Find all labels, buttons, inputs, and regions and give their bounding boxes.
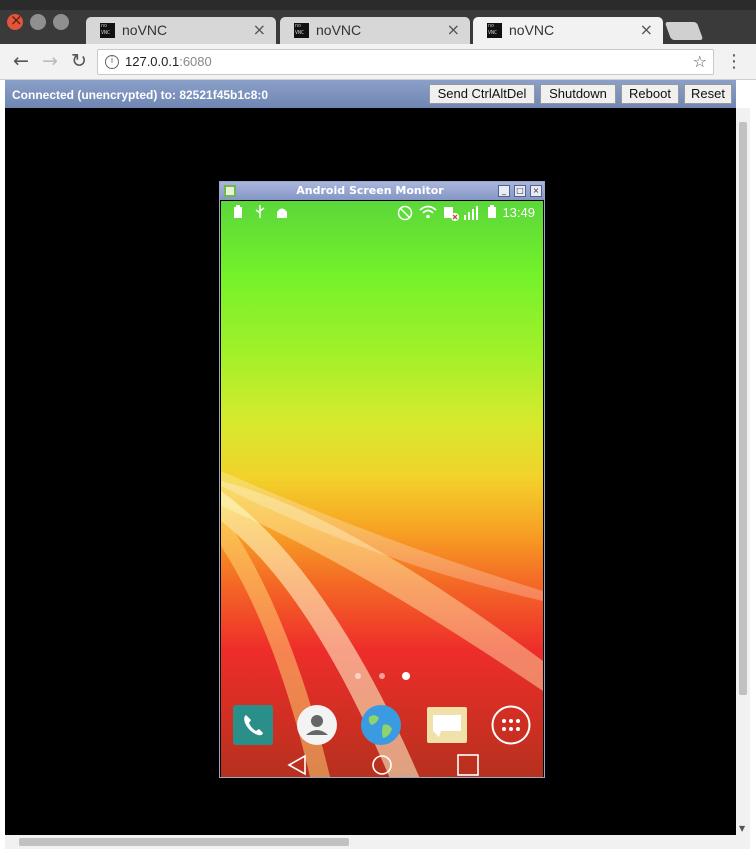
data-x-icon — [444, 207, 459, 221]
browser-window: no VNC noVNC × no VNC noVNC × no VNC noV… — [0, 0, 756, 855]
wifi-icon — [419, 205, 437, 219]
back-key-icon[interactable] — [283, 753, 313, 777]
android-status-bar: 13:49 — [221, 201, 543, 225]
asm-minimize-button[interactable]: _ — [498, 185, 510, 197]
page-dot-active[interactable] — [402, 672, 410, 680]
battery-icon — [234, 205, 242, 218]
window-close-button[interactable] — [7, 11, 23, 30]
android-screen-monitor-window: Android Screen Monitor _ □ × 13:49 — [219, 181, 545, 778]
vertical-scrollbar[interactable]: ▼ — [736, 108, 750, 835]
favicon-text-top: no — [488, 23, 495, 29]
asm-title: Android Screen Monitor — [296, 184, 444, 197]
horizontal-scrollbar[interactable] — [5, 835, 750, 849]
tab-close-icon[interactable]: × — [447, 20, 460, 39]
messaging-app-icon[interactable] — [427, 705, 467, 745]
tab-title: noVNC — [316, 22, 362, 38]
browser-globe-icon[interactable] — [361, 705, 401, 745]
tab-title: noVNC — [122, 22, 168, 38]
mute-icon — [397, 205, 413, 221]
tab-3-active[interactable]: no VNC noVNC × — [473, 17, 663, 44]
tab-2[interactable]: no VNC noVNC × — [280, 17, 470, 44]
android-screen[interactable]: 13:49 — [221, 201, 543, 777]
reset-button[interactable]: Reset — [684, 84, 732, 104]
send-ctrlaltdel-button[interactable]: Send CtrlAltDel — [429, 84, 535, 104]
page-dot[interactable] — [379, 673, 385, 679]
window-minimize-button[interactable] — [30, 14, 46, 30]
asm-close-button[interactable]: × — [530, 185, 542, 197]
android-debug-icon — [277, 208, 287, 218]
star-icon[interactable]: ☆ — [693, 52, 707, 71]
window-maximize-button[interactable] — [53, 14, 69, 30]
favicon-text-bottom: VNC — [488, 30, 498, 36]
novnc-favicon: no VNC — [100, 23, 115, 38]
tab-title: noVNC — [509, 22, 555, 38]
signal-icon — [464, 206, 478, 220]
recents-key-icon[interactable] — [453, 753, 483, 777]
horizontal-scrollbar-thumb[interactable] — [19, 838, 349, 846]
tab-close-icon[interactable]: × — [640, 20, 653, 39]
home-key-icon[interactable] — [367, 753, 397, 777]
tab-close-icon[interactable]: × — [253, 20, 266, 39]
phone-app-icon[interactable] — [233, 705, 273, 745]
forward-arrow-icon[interactable]: → — [39, 50, 61, 72]
info-icon[interactable]: i — [105, 55, 119, 69]
url-port: :6080 — [179, 54, 212, 69]
android-navigation-bar — [221, 753, 543, 777]
status-clock: 13:49 — [502, 205, 535, 220]
vertical-scrollbar-thumb[interactable] — [739, 122, 747, 695]
reboot-button[interactable]: Reboot — [621, 84, 679, 104]
asm-titlebar[interactable]: Android Screen Monitor _ □ × — [220, 182, 544, 200]
favicon-text-top: no — [295, 23, 302, 29]
new-tab-button[interactable] — [664, 22, 704, 40]
tab-strip: no VNC noVNC × no VNC noVNC × no VNC noV… — [0, 0, 756, 44]
url-text[interactable]: 127.0.0.1:6080 — [125, 54, 212, 69]
page-dot[interactable] — [355, 673, 361, 679]
novnc-favicon: no VNC — [294, 23, 309, 38]
page-indicator — [221, 672, 543, 683]
connection-status: Connected (unencrypted) to: 82521f45b1c8… — [12, 88, 269, 102]
tab-1[interactable]: no VNC noVNC × — [86, 17, 276, 44]
scroll-down-arrow-icon[interactable]: ▼ — [739, 824, 745, 833]
address-bar[interactable]: i 127.0.0.1:6080 ☆ — [97, 49, 714, 75]
url-host: 127.0.0.1 — [125, 54, 180, 69]
shutdown-button[interactable]: Shutdown — [540, 84, 616, 104]
novnc-favicon: no VNC — [487, 23, 502, 38]
contacts-app-icon[interactable] — [297, 705, 337, 745]
favicon-text-bottom: VNC — [295, 30, 305, 36]
kebab-menu-icon[interactable]: ⋮ — [724, 51, 744, 73]
app-drawer-icon[interactable] — [491, 705, 531, 745]
favicon-text-bottom: VNC — [101, 30, 111, 36]
usb-icon — [255, 205, 265, 218]
browser-toolbar: ← → ↻ i 127.0.0.1:6080 ☆ ⋮ — [0, 44, 756, 80]
asm-maximize-button[interactable]: □ — [514, 185, 526, 197]
favicon-text-top: no — [101, 23, 108, 29]
battery-icon — [488, 205, 496, 218]
back-arrow-icon[interactable]: ← — [10, 50, 32, 72]
novnc-control-bar: Connected (unencrypted) to: 82521f45b1c8… — [5, 80, 736, 108]
reload-icon[interactable]: ↻ — [68, 50, 90, 72]
